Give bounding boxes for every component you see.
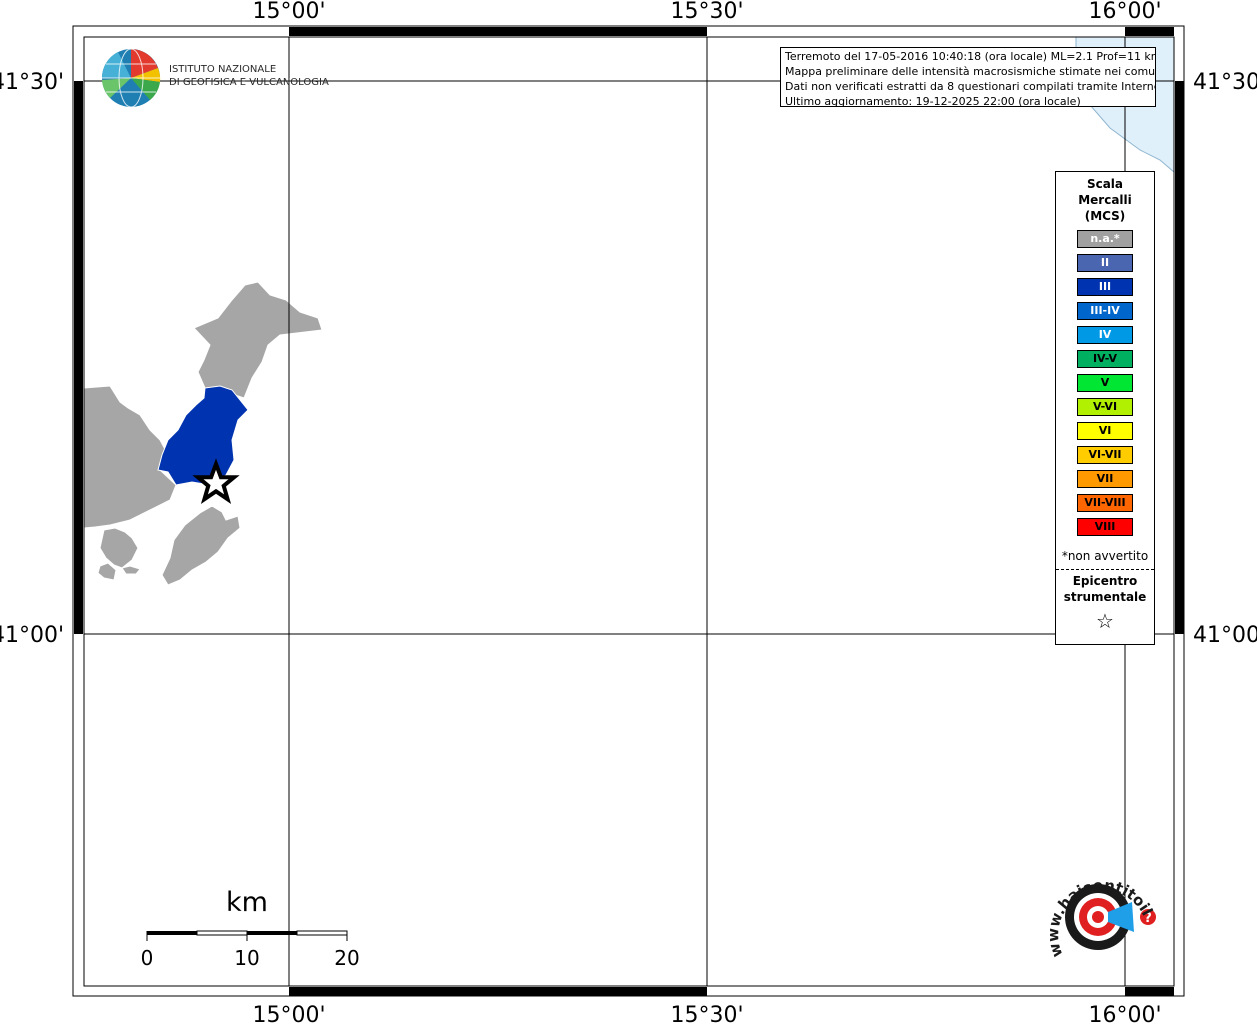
map-frame — [72, 25, 1185, 997]
scale-bar — [146, 930, 348, 941]
lon-label-bottom-16-00: 16°00' — [1088, 1003, 1161, 1024]
legend-epicenter-label: Epicentro strumentale — [1056, 573, 1154, 605]
lon-label-bottom-15-00: 15°00' — [252, 1003, 325, 1024]
legend-item-vivii: VI-VII — [1077, 446, 1133, 464]
legend-item-vvi: V-VI — [1077, 398, 1133, 416]
legend-item-v: V — [1077, 374, 1133, 392]
lat-label-left-41-00: 41°00' — [0, 623, 64, 648]
legend-item-iv: IV — [1077, 326, 1133, 344]
ingv-logo-line2: DI GEOFISICA E VULCANOLOGIA — [169, 77, 329, 88]
scale-tick-20: 20 — [334, 946, 359, 970]
legend-title-line3: (MCS) — [1084, 209, 1126, 223]
legend-title-line1: Scala — [1086, 177, 1124, 191]
legend-title-line2: Mercalli — [1078, 193, 1132, 207]
ingv-globe-icon — [101, 48, 161, 108]
scale-tick-0: 0 — [141, 946, 154, 970]
lat-label-left-41-30: 41°30' — [0, 70, 64, 95]
municipality-intensity-III — [157, 385, 249, 486]
legend-item-viiviii: VII-VIII — [1077, 494, 1133, 512]
legend-epicenter-line2: strumentale — [1063, 590, 1147, 604]
event-info-line1: Terremoto del 17-05-2016 10:40:18 (ora l… — [785, 50, 1156, 63]
intensity-legend: Scala Mercalli (MCS) n.a.* II III III-IV IV I… — [1055, 171, 1155, 645]
lat-label-right-41-00: 41°00' — [1193, 623, 1257, 648]
lon-label-top-15-00: 15°00' — [252, 0, 325, 24]
event-info-line4: Ultimo aggiornamento: 19-12-2025 22:00 (… — [785, 95, 1081, 107]
scale-bar-title: km — [226, 887, 268, 918]
legend-separator — [1056, 569, 1154, 570]
event-info-line3: Dati non verificati estratti da 8 questi… — [785, 80, 1156, 93]
event-info-box: Terremoto del 17-05-2016 10:40:18 (ora l… — [780, 47, 1156, 107]
legend-title: Scala Mercalli (MCS) — [1056, 176, 1154, 224]
lon-label-top-15-30: 15°30' — [670, 0, 743, 24]
legend-epicenter-line1: Epicentro — [1072, 574, 1138, 588]
event-info-line2: Mappa preliminare delle intensità macros… — [785, 65, 1156, 78]
lon-label-bottom-15-30: 15°30' — [670, 1003, 743, 1024]
legend-item-vi: VI — [1077, 422, 1133, 440]
legend-item-vii: VII — [1077, 470, 1133, 488]
lon-label-top-16-00: 16°00' — [1088, 0, 1161, 24]
ingv-logo-text: ISTITUTO NAZIONALE DI GEOFISICA E VULCAN… — [169, 63, 329, 89]
legend-note: *non avvertito — [1061, 549, 1149, 563]
scale-tick-10: 10 — [234, 946, 259, 970]
legend-item-viii: VIII — [1077, 518, 1133, 536]
legend-star-icon: ☆ — [1096, 609, 1114, 633]
legend-item-iii: III — [1077, 278, 1133, 296]
legend-item-na: n.a.* — [1077, 230, 1133, 248]
legend-items: n.a.* II III III-IV IV IV-V V V-VI VI VI-VII VII VI… — [1056, 230, 1154, 536]
legend-item-ii: II — [1077, 254, 1133, 272]
legend-item-ivv: IV-V — [1077, 350, 1133, 368]
graticule — [84, 37, 1174, 986]
legend-item-iiiiv: III-IV — [1077, 302, 1133, 320]
lat-label-right-41-30: 41°30' — [1193, 70, 1257, 95]
ingv-logo-line1: ISTITUTO NAZIONALE — [169, 64, 277, 75]
